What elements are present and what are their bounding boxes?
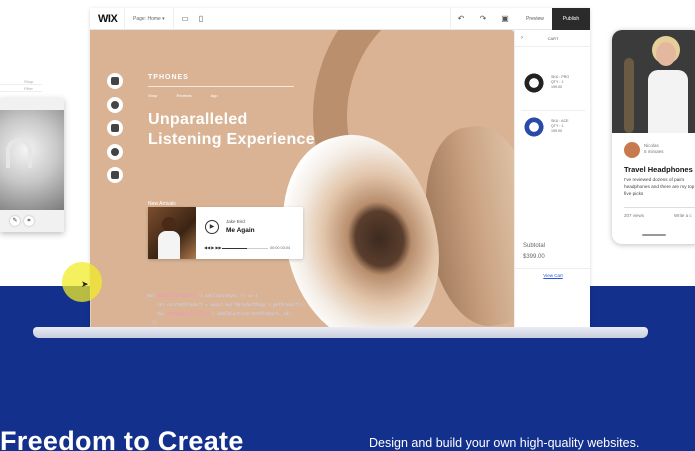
code-snippet: $w('#addToCartButton').onClick(async () … xyxy=(147,291,306,327)
pages-icon[interactable] xyxy=(107,73,123,89)
track-time: 00:00 03:04 xyxy=(270,246,291,250)
cart-item-details: SKU : PRO QTY : 1 199.00 xyxy=(551,75,570,89)
cart-divider xyxy=(521,110,585,111)
crop-icon[interactable]: ⌗ xyxy=(24,216,34,226)
undo-icon[interactable]: ↶ xyxy=(456,14,466,24)
apps-icon[interactable] xyxy=(107,120,123,136)
preview-button[interactable]: Preview xyxy=(518,8,552,30)
code-token: #addToCartButton xyxy=(157,293,198,298)
album-art xyxy=(148,207,196,259)
code-token: $w(' xyxy=(147,293,158,298)
artist-shirt xyxy=(158,231,180,259)
write-comment-link[interactable]: Write a c xyxy=(674,213,692,218)
redo-icon[interactable]: ↷ xyxy=(478,14,488,24)
cart-title: CART xyxy=(547,36,559,41)
chevron-right-icon[interactable]: › xyxy=(521,30,523,47)
wix-logo: WIX xyxy=(98,13,118,25)
post-author: Nicolas 5 minutes xyxy=(644,143,664,154)
editor-topbar: WIX Page: Home ▾ ▭ ▯ ↶ ↷ ▣ Preview Publi… xyxy=(90,8,590,30)
code-token: #shoppingCartIcon xyxy=(167,311,211,316)
nav-item[interactable]: Reviews xyxy=(176,93,191,98)
blog-photo xyxy=(612,30,695,133)
mobile-preview: Nicolas 5 minutes Travel Headphones I've… xyxy=(612,30,695,244)
publish-button[interactable]: Publish xyxy=(552,8,590,30)
mini-tabs: Shop Filter xyxy=(0,78,42,92)
cart-item-image[interactable] xyxy=(523,116,545,138)
headline-line: Listening Experience xyxy=(148,131,315,148)
post-divider xyxy=(624,207,695,208)
database-icon[interactable] xyxy=(107,167,123,183)
progress-bar[interactable] xyxy=(222,248,268,249)
song-title: Me Again xyxy=(226,227,255,234)
subtotal-label: Subtotal xyxy=(523,243,546,249)
nav-item[interactable]: App xyxy=(210,93,217,98)
cart-item-image[interactable] xyxy=(523,72,545,94)
subtotal-value: $399.00 xyxy=(523,254,545,260)
page-select-label: Page: Home xyxy=(133,16,161,22)
toolbar-divider xyxy=(450,8,451,30)
cart-item-details: SKU : ACE QTY : 1 199.00 xyxy=(551,119,569,133)
code-token: ').onClick(async () => { xyxy=(197,293,258,298)
cart-header: › CART xyxy=(515,30,591,47)
player-controls[interactable]: ◀◀ ▶ ▶▶ xyxy=(204,245,222,250)
mobile-view-icon[interactable]: ▯ xyxy=(196,14,206,24)
post-body: I've reviewed dozens of pairs headphones… xyxy=(624,177,695,196)
guide-line xyxy=(589,286,590,328)
avatar[interactable] xyxy=(624,142,640,158)
add-icon[interactable] xyxy=(107,96,123,113)
code-token: $w(' xyxy=(147,311,168,316)
post-title[interactable]: Travel Headphones xyxy=(624,165,693,174)
headline-line: Unparalleled xyxy=(148,111,248,128)
code-line: }) xyxy=(147,320,158,325)
music-player-card[interactable]: ▶ Jake Bird Me Again ◀◀ ▶ ▶▶ 00:00 03:04 xyxy=(148,207,303,259)
laptop-base xyxy=(33,327,648,338)
mouse-pointer-icon: ➤ xyxy=(81,279,89,289)
skateboard xyxy=(624,58,634,133)
view-cart-link[interactable]: View Cart xyxy=(515,268,591,282)
site-brand[interactable]: TPHONES xyxy=(148,74,189,81)
home-indicator xyxy=(642,234,666,236)
page-select[interactable]: Page: Home ▾ xyxy=(124,8,174,30)
person-shirt xyxy=(648,70,688,133)
save-icon[interactable]: ▣ xyxy=(500,14,510,24)
nav-item[interactable]: Shop xyxy=(148,93,157,98)
mini-tab-item[interactable]: Shop xyxy=(0,78,42,85)
post-views: 207 views xyxy=(624,213,645,218)
artist-name: Jake Bird xyxy=(226,219,245,224)
editor-side-toolbar xyxy=(107,73,123,191)
hero-title: Freedom to Create xyxy=(0,426,244,451)
pencil-icon[interactable]: ✎ xyxy=(10,216,20,226)
person-face xyxy=(656,42,676,66)
progress-fill xyxy=(222,248,248,249)
site-headline[interactable]: Unparalleled Listening Experience xyxy=(148,110,348,150)
desktop-view-icon[interactable]: ▭ xyxy=(180,14,190,24)
image-editor-card: ✎ ⌗ xyxy=(0,98,64,232)
site-nav: Shop Reviews App xyxy=(148,93,236,98)
brand-divider xyxy=(148,86,294,87)
mini-tab-item[interactable]: Filter xyxy=(0,85,42,92)
wix-editor-window: WIX Page: Home ▾ ▭ ▯ ↶ ↷ ▣ Preview Publi… xyxy=(90,8,591,329)
code-line: let currentProduct = await $w('#productP… xyxy=(147,302,306,307)
hero-subtitle: Design and build your own high-quality w… xyxy=(369,436,640,450)
code-token: ').addToCart(currentProduct._id); xyxy=(210,311,294,316)
artist-head xyxy=(162,217,176,231)
headphone-image xyxy=(6,138,32,168)
cart-panel: › CART SKU : PRO QTY : 1 199.00 SKU : AC… xyxy=(514,30,591,329)
upload-icon[interactable] xyxy=(107,143,123,160)
play-icon[interactable]: ▶ xyxy=(205,220,219,234)
